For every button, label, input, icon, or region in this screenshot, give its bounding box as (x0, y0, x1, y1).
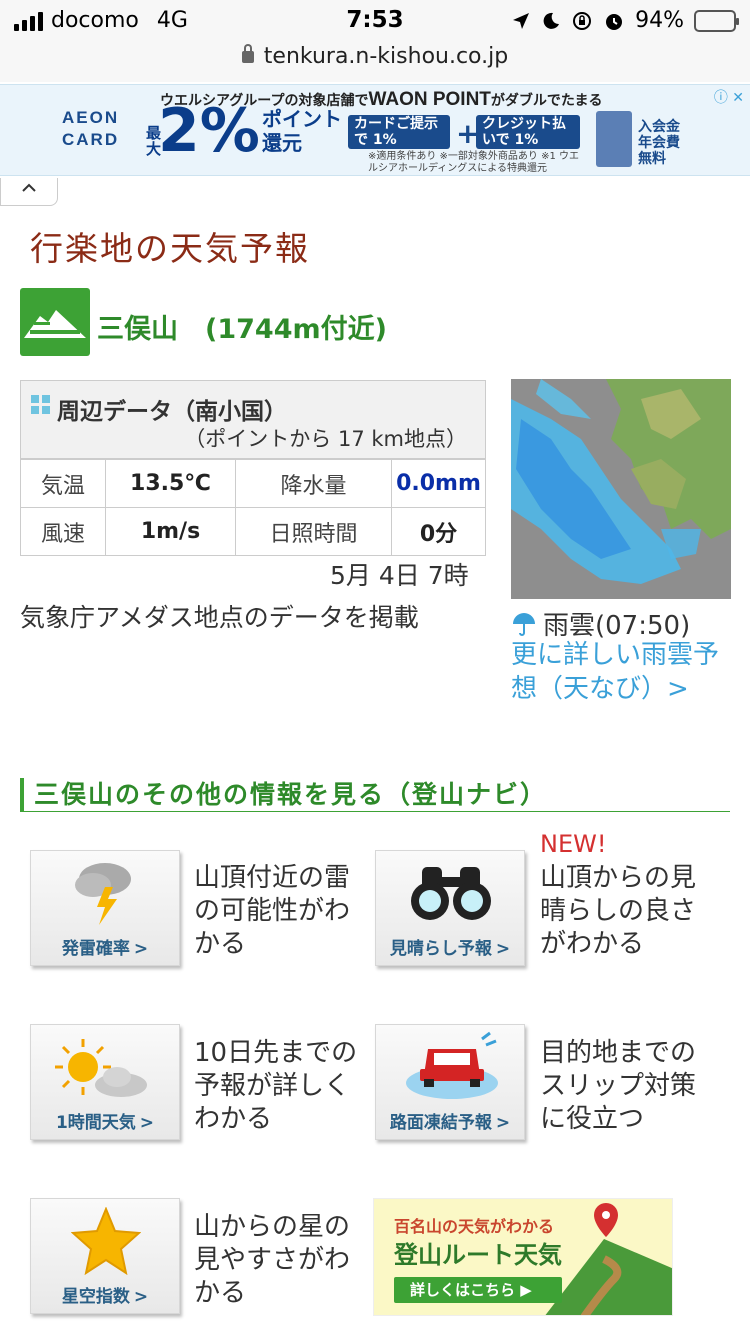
thunder-desc: 山頂付近の雷の可能性がわかる (194, 863, 351, 959)
starry-sky-desc: 山からの星の見やすさがわかる (194, 1212, 351, 1308)
view-desc: 山頂からの見晴らしの良さがわかる (540, 863, 697, 959)
hourly-card-text: 1時間天気 (55, 1113, 136, 1133)
battery-icon (694, 9, 739, 32)
temp-label: 気温 (40, 473, 85, 499)
grid-dots-icon (31, 395, 51, 415)
chevron-up-icon (22, 183, 36, 192)
sunshine-label: 日照時間 (235, 508, 391, 555)
address-bar[interactable]: tenkura.n-kishou.co.jp (0, 42, 750, 82)
ad-percent: 2% (158, 96, 260, 166)
radar-time: 雨雲(07:50) (543, 611, 691, 641)
credit-card-image (596, 111, 632, 167)
thunder-cloud-icon (75, 863, 131, 925)
thunder-card-text: 発雷確率 (61, 939, 130, 959)
hourly-card[interactable]: 1時間天気 > (30, 1024, 180, 1140)
moon-icon (543, 12, 560, 29)
url-text: tenkura.n-kishou.co.jp (263, 44, 509, 69)
wind-label: 風速 (40, 521, 85, 547)
chevron-right-icon: > (495, 939, 511, 959)
data-table-subtitle: （ポイントから 17 km地点） (184, 427, 467, 451)
banner-title: 登山ルート天気 (394, 1241, 562, 1269)
road-freeze-card-text: 路面凍結予報 (389, 1113, 492, 1133)
data-date: 5月 4日 7時 (330, 561, 469, 590)
car-slip-icon (406, 1031, 498, 1099)
mountain-route-banner[interactable]: 百名山の天気がわかる 登山ルート天気 詳しくはこちら ▶ (373, 1198, 673, 1316)
status-bar: docomo 4G 7:53 94% (0, 0, 750, 42)
starry-sky-card[interactable]: 星空指数 > (30, 1198, 180, 1314)
ad-collapse-button[interactable] (0, 178, 58, 206)
banner-detail-button[interactable]: 詳しくはこちら ▶ (394, 1277, 562, 1303)
view-card-label: 見晴らし予報 > (376, 934, 524, 959)
chevron-right-icon: > (133, 939, 149, 959)
sunshine-value: 0分 (391, 508, 485, 555)
chevron-right-icon: > (139, 1113, 155, 1133)
page-title: 行楽地の天気予報 (30, 229, 310, 268)
thunder-card[interactable]: 発雷確率 > (30, 850, 180, 966)
alarm-icon (606, 13, 623, 30)
data-table-title: 周辺データ（南小国） (57, 399, 287, 425)
road-freeze-card[interactable]: 路面凍結予報 > (375, 1024, 525, 1140)
location-arrow-icon (513, 12, 530, 29)
umbrella-icon (513, 612, 535, 636)
starry-sky-card-label: 星空指数 > (31, 1282, 179, 1307)
rain-radar-map[interactable] (511, 379, 731, 599)
radar-detail-link[interactable]: 更に詳しい雨雲予想（天なび）> (511, 638, 741, 706)
mountain-name: 三俣山 (1744m付近) (97, 314, 387, 345)
ad-banner[interactable]: AEON CARD ウエルシアグループの対象店舗でWAON POINTがダブルで… (0, 84, 750, 176)
chevron-right-icon: > (133, 1287, 149, 1307)
ad-free-label: 入会金 年会費 無料 (638, 119, 680, 167)
new-badge: NEW! (540, 830, 607, 858)
ad-card-box: カードご提示で 1% (348, 115, 450, 149)
ad-headline-tail: がダブルでたまる (490, 93, 603, 109)
star-icon (71, 1207, 141, 1275)
ad-point-label: ポイント還元 (262, 107, 342, 155)
precip-value: 0.0mm (391, 460, 485, 507)
amedas-note: 気象庁アメダス地点のデータを掲載 (20, 603, 419, 632)
road-freeze-card-label: 路面凍結予報 > (376, 1108, 524, 1133)
wind-value: 1m/s (105, 508, 235, 555)
ad-brand: AEON CARD (62, 108, 120, 149)
lock-icon (241, 44, 254, 63)
starry-sky-card-text: 星空指数 (61, 1287, 130, 1307)
section-title: 三俣山のその他の情報を見る（登山ナビ） (20, 778, 730, 812)
hourly-desc: 10日先までの予報が詳しくわかる (194, 1038, 358, 1134)
ad-waon: WAON POINT (368, 89, 491, 110)
ad-notes: ※適用条件あり ※一部対象外商品あり ※1 ウエルシアホールディングスによる特典… (368, 151, 580, 174)
status-right: 94% (511, 8, 739, 33)
ad-credit-box: クレジット払いで 1% (476, 115, 580, 149)
ad-info-close[interactable]: ⓘ ✕ (714, 87, 744, 107)
battery-percent: 94% (635, 8, 684, 33)
table-row: 気温 13.5℃ 降水量 0.0mm (21, 459, 485, 507)
rotation-lock-icon (573, 11, 592, 30)
thunder-card-label: 発雷確率 > (31, 934, 179, 959)
view-card-text: 見晴らし予報 (389, 939, 492, 959)
data-table-header: 周辺データ（南小国） （ポイントから 17 km地点） (21, 381, 485, 459)
chevron-right-icon: > (495, 1113, 511, 1133)
temp-value: 13.5℃ (105, 460, 235, 507)
binoculars-icon (411, 867, 491, 920)
mountain-icon (20, 288, 90, 356)
mountain-route-graphic (545, 1203, 672, 1315)
table-row: 風速 1m/s 日照時間 0分 (21, 507, 485, 555)
sun-cloud-icon (55, 1039, 147, 1097)
road-freeze-desc: 目的地までのスリップ対策に役立つ (540, 1038, 697, 1134)
nearby-data-table: 周辺データ（南小国） （ポイントから 17 km地点） 気温 13.5℃ 降水量… (20, 380, 486, 556)
banner-tagline: 百名山の天気がわかる (394, 1217, 555, 1236)
hourly-card-label: 1時間天気 > (31, 1108, 179, 1133)
precip-label: 降水量 (235, 460, 391, 507)
view-card[interactable]: 見晴らし予報 > (375, 850, 525, 966)
radar-caption: 雨雲(07:50) (511, 605, 690, 642)
